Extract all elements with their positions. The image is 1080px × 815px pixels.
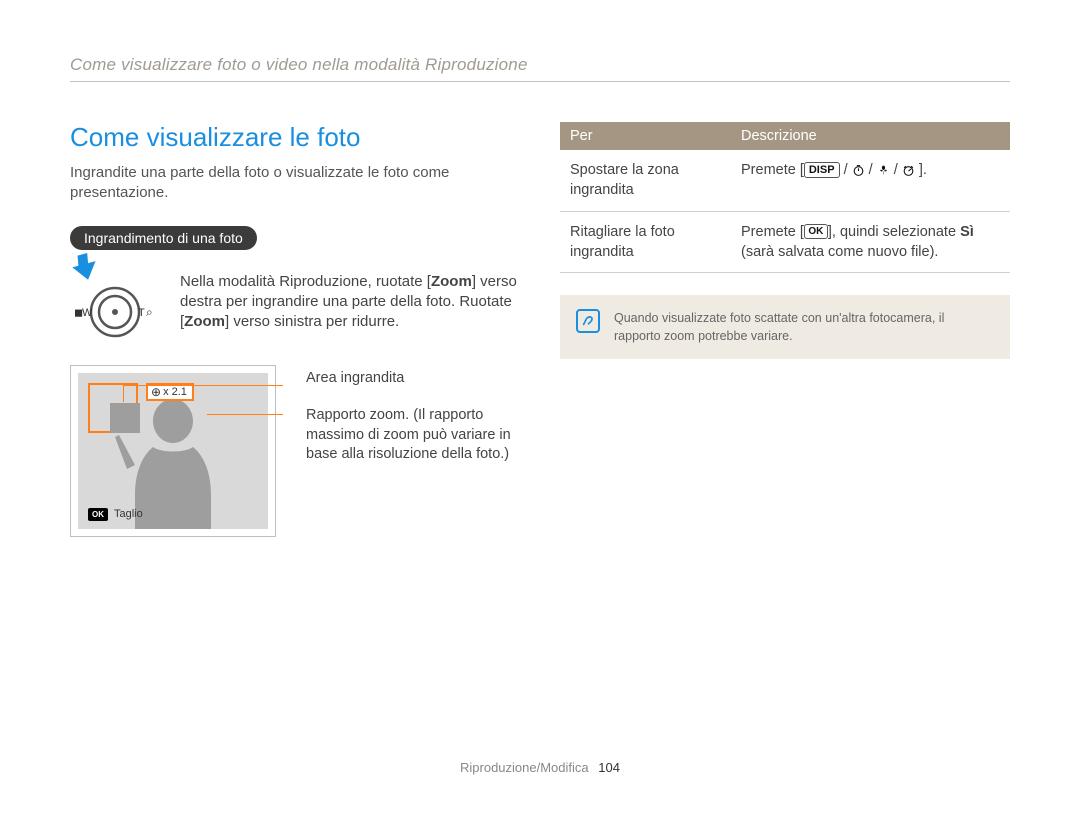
svg-text:W: W: [82, 307, 93, 319]
screen-callouts-row: ⊕ x 2.1 OK Taglio Area ingrandita Rappor…: [70, 365, 520, 537]
table-row: Ritagliare la foto ingrandita Premete [O…: [560, 211, 1010, 273]
ok-button-icon: OK: [88, 508, 108, 521]
connector-line: [123, 385, 283, 386]
table-cell-desc: Premete [DISP / / / ].: [731, 150, 1010, 211]
note-text: Quando visualizzate foto scattate con un…: [614, 309, 994, 345]
text-fragment: ].: [919, 162, 927, 178]
yes-keyword: Sì: [960, 224, 974, 240]
callout-area: Area ingrandita: [306, 369, 520, 389]
page-title: Come visualizzare le foto: [70, 122, 520, 153]
section-heading-pill: Ingrandimento di una foto: [70, 226, 257, 250]
text-fragment: ], quindi selezionate: [828, 224, 960, 240]
text-fragment: Premete [: [741, 162, 804, 178]
zoom-keyword: Zoom: [184, 313, 225, 330]
macro-flower-icon: [877, 162, 894, 178]
connector-line: [123, 385, 124, 402]
footer-page-number: 104: [598, 760, 620, 775]
enlarged-area-indicator: [88, 383, 138, 433]
timer-icon: [852, 162, 869, 178]
note-info-icon: [576, 309, 600, 333]
disp-button-label: DISP: [804, 162, 840, 178]
breadcrumb: Come visualizzare foto o video nella mod…: [70, 55, 1010, 82]
note-box: Quando visualizzate foto scattate con un…: [560, 295, 1010, 359]
manual-page: Come visualizzare foto o video nella mod…: [0, 0, 1080, 815]
table-cell-action: Spostare la zona ingrandita: [560, 150, 731, 211]
right-column: Per Descrizione Spostare la zona ingrand…: [560, 122, 1010, 537]
two-column-layout: Come visualizzare le foto Ingrandite una…: [70, 122, 1010, 537]
callout-ratio: Rapporto zoom. (Il rapporto massimo di z…: [306, 406, 520, 465]
controls-table: Per Descrizione Spostare la zona ingrand…: [560, 122, 1010, 273]
camera-screen-illustration: ⊕ x 2.1 OK Taglio: [70, 365, 276, 537]
zoom-dial-illustration: ◼ W T ⌕: [70, 270, 160, 345]
magnify-icon: ⌕: [146, 305, 153, 319]
magnify-plus-icon: ⊕: [151, 385, 161, 399]
crop-label: Taglio: [114, 508, 143, 520]
table-row: Spostare la zona ingrandita Premete [DIS…: [560, 150, 1010, 211]
self-timer-icon: [902, 162, 919, 178]
text-fragment: Nella modalità Riproduzione, ruotate [: [180, 273, 431, 290]
table-cell-action: Ritagliare la foto ingrandita: [560, 211, 731, 273]
svg-text:T: T: [138, 307, 145, 319]
table-cell-desc: Premete [OK], quindi selezionate Sì (sar…: [731, 211, 1010, 273]
intro-text: Ingrandite una parte della foto o visual…: [70, 163, 520, 204]
crop-hint-bar: OK Taglio: [88, 508, 143, 521]
left-column: Come visualizzare le foto Ingrandite una…: [70, 122, 520, 537]
text-fragment: (sarà salvata come nuovo file).: [741, 244, 938, 260]
table-header-per: Per: [560, 122, 731, 150]
zoom-dial-instruction: Nella modalità Riproduzione, ruotate [Zo…: [180, 270, 520, 345]
footer-section-name: Riproduzione/Modifica: [460, 760, 589, 775]
text-fragment: ] verso sinistra per ridurre.: [225, 313, 399, 330]
page-footer: Riproduzione/Modifica 104: [0, 760, 1080, 775]
text-fragment: Premete [: [741, 224, 804, 240]
table-header-desc: Descrizione: [731, 122, 1010, 150]
screen-callouts: Area ingrandita Rapporto zoom. (Il rappo…: [306, 365, 520, 537]
zoom-dial-row: ◼ W T ⌕ Nella modalità Riproduzione, ruo…: [70, 270, 520, 345]
zoom-ratio-value: x 2.1: [163, 385, 187, 399]
ok-button-label: OK: [804, 224, 828, 239]
zoom-keyword: Zoom: [431, 273, 472, 290]
connector-line: [207, 414, 283, 415]
